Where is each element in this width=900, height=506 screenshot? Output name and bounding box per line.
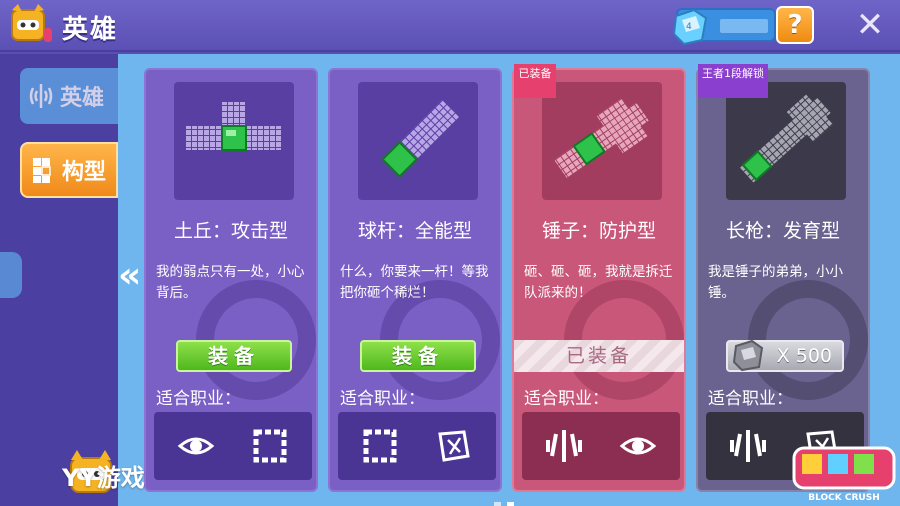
card-title: 长枪：发育型 [725,220,840,242]
card-title: 锤子：防护型 [541,220,656,242]
gem-block-icon [732,339,764,372]
brand-text: YY游戏 [62,464,145,492]
shape-icon [33,158,51,183]
shape-card[interactable]: 长枪：发育型 我是锤子的弟弟，小小锤。 X 500 适合职业： [696,68,870,492]
hill-shape-icon [186,102,282,151]
hammer-shape-icon [554,98,649,178]
card-description: 什么，你要来一杆！等我把你砸个稀烂！ [340,264,489,301]
equip-button[interactable]: 装备 [176,340,292,372]
equipped-status: 已装备 [514,340,684,372]
class-box [522,412,680,480]
tab-hero[interactable]: 英雄 [20,68,118,124]
tab-shape[interactable]: 构型 [20,142,118,198]
help-button[interactable]: ? [776,6,814,44]
shattered-block-icon [438,430,470,462]
card-description: 我的弱点只有一处，小心背后。 [156,264,305,301]
class-box [338,412,496,480]
shape-card[interactable]: 球杆：全能型 什么，你要来一杆！等我把你砸个稀烂！ 装备 适合职业： [328,68,502,492]
shape-preview [358,82,478,200]
square-frame-icon [363,429,397,463]
page-indicator [494,494,520,506]
game-logo: BLOCK CRUSH [792,446,896,503]
card-description: 砸、砸、砸，我就是拆迁队派来的！ [524,264,673,301]
shape-preview [542,82,662,200]
hero-icon [29,84,53,108]
card-description: 我是锤子的弟弟，小小锤。 [708,264,843,301]
shield-icon [730,430,766,462]
unlock-price: X 500 [776,345,832,367]
suitable-class-label: 适合职业： [340,389,425,409]
page-title: 英雄 [62,15,119,45]
suitable-class-label: 适合职业： [524,389,609,409]
equipped-ribbon: 已装备 [514,64,556,98]
card-title: 土丘：攻击型 [173,220,288,242]
shape-card[interactable]: 土丘：攻击型 我的弱点只有一处，小心背后。 装备 适合职业： [144,68,318,492]
square-frame-icon [253,429,287,463]
eye-icon [619,437,657,455]
tab-shape-label: 构型 [62,160,107,185]
page-dot[interactable] [494,502,501,506]
tab-more[interactable] [0,252,22,298]
spear-shape-icon [739,94,833,183]
top-bar: 英雄 4 ? ✕ [0,0,900,52]
suitable-class-label: 适合职业： [708,389,793,409]
shield-icon [546,430,582,462]
scroll-left-arrow-icon[interactable]: « [118,258,142,298]
gem-block-icon: 4 [672,8,708,46]
currency-display: 4 [672,8,776,46]
side-nav: 英雄 构型 [0,54,118,506]
unlock-requirement-ribbon: 王者1段解锁 [698,64,768,98]
page-dot-active[interactable] [507,502,514,506]
equip-button[interactable]: 装备 [360,340,476,372]
card-title: 球杆：全能型 [357,220,472,242]
mascot-icon [11,4,52,42]
shape-preview [174,82,294,200]
tab-hero-label: 英雄 [60,86,105,111]
game-logo-text: BLOCK CRUSH [808,493,880,503]
club-shape-icon [381,99,460,178]
eye-icon [177,437,215,455]
shape-preview [726,82,846,200]
shape-card[interactable]: 锤子：防护型 砸、砸、砸，我就是拆迁队派来的！ 已装备 适合职业： [512,68,686,492]
suitable-class-label: 适合职业： [156,389,241,409]
close-button[interactable]: ✕ [850,6,890,46]
currency-value [720,19,768,33]
svg-text:4: 4 [686,22,692,32]
unlock-price-button[interactable]: X 500 [726,339,844,372]
